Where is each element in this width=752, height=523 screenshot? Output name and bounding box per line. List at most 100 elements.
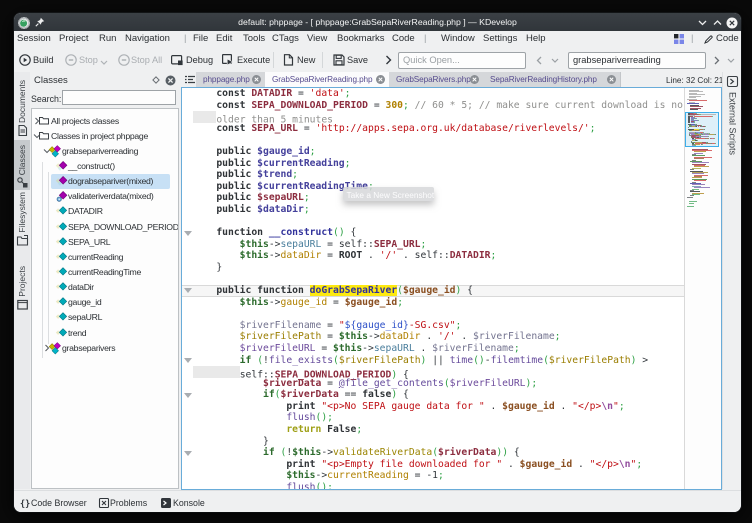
menu-edit[interactable]: Edit xyxy=(216,33,232,44)
code-line[interactable]: public $currentReading; xyxy=(182,158,685,170)
tree-item-dataDir[interactable]: dataDir xyxy=(32,280,178,295)
code-line[interactable] xyxy=(182,134,685,146)
tab-phppage.php[interactable]: phppage.php xyxy=(196,72,266,87)
code-line[interactable]: $riverFilename = "${gauge_id}-SG.csv"; xyxy=(182,320,685,332)
tree-item-grabsepariverreading[interactable]: grabsepariverreading xyxy=(32,144,178,159)
menu-view[interactable]: View xyxy=(307,33,327,44)
code-line[interactable]: older than 5 minutes xyxy=(182,111,685,123)
menu-run[interactable]: Run xyxy=(99,33,116,44)
menu-window[interactable]: Window xyxy=(441,33,475,44)
code-line[interactable]: if (!$this->validateRiverData($riverData… xyxy=(182,447,685,459)
save-button[interactable]: Save xyxy=(347,55,368,65)
tab-close-icon[interactable] xyxy=(376,75,385,84)
statusbar-code-browser[interactable]: Code Browser xyxy=(31,498,87,508)
toolbar-expand-icon[interactable] xyxy=(385,55,392,65)
menu-project[interactable]: Project xyxy=(59,33,89,44)
fold-marker-icon[interactable] xyxy=(184,288,192,293)
new-button[interactable]: New xyxy=(297,55,315,65)
code-line[interactable]: public $dataDir; xyxy=(182,204,685,216)
external-scripts-tab[interactable]: External Scripts xyxy=(728,92,738,155)
code-line[interactable]: const SEPA_URL = 'http://apps.sepa.org.u… xyxy=(182,123,685,135)
tree-item-validateriverdatamixed[interactable]: validateriverdata(mixed) xyxy=(32,189,178,204)
tree-item-currentReadingTime[interactable]: currentReadingTime xyxy=(32,265,178,280)
code-line[interactable]: flush(); xyxy=(182,482,685,489)
tree-item-currentReading[interactable]: currentReading xyxy=(32,250,178,265)
code-line[interactable]: $this->gauge_id = $gauge_id; xyxy=(182,297,685,309)
menu-session[interactable]: Session xyxy=(17,33,51,44)
menu-file[interactable]: File xyxy=(193,33,208,44)
code-line[interactable]: } xyxy=(182,262,685,274)
menu-settings[interactable]: Settings xyxy=(483,33,517,44)
build-button[interactable]: Build xyxy=(33,55,53,65)
menu-help[interactable]: Help xyxy=(526,33,546,44)
code-line[interactable]: $this->sepaURL = self::SEPA_URL; xyxy=(182,239,685,251)
tree-item-DATADIR[interactable]: DATADIR xyxy=(32,204,178,219)
document-list-icon[interactable] xyxy=(185,75,196,85)
code-line[interactable]: const SEPA_DOWNLOAD_PERIOD = 300; // 60 … xyxy=(182,100,685,112)
code-line[interactable]: if (!file_exists($riverFilePath) || time… xyxy=(182,355,685,367)
code-line[interactable]: public $trend; xyxy=(182,169,685,181)
search-input[interactable] xyxy=(62,90,176,105)
nav-back-dropdown-icon[interactable] xyxy=(551,58,559,63)
tree-item-dograbseparivermixed[interactable]: dograbsepariver(mixed) xyxy=(32,174,178,189)
code-line[interactable]: return False; xyxy=(182,424,685,436)
tree-item-gauge_id[interactable]: gauge_id xyxy=(32,295,178,310)
minimap-scrollbar[interactable] xyxy=(684,88,721,489)
dock-tab-documents[interactable]: Documents xyxy=(14,76,30,138)
tab-close-icon[interactable] xyxy=(470,75,479,84)
tree-item-SEPA_URL[interactable]: SEPA_URL xyxy=(32,235,178,250)
nav-back-icon[interactable] xyxy=(536,56,542,65)
pen-icon[interactable] xyxy=(704,35,713,44)
nav-forward-dropdown-icon[interactable] xyxy=(727,58,735,63)
menu-code[interactable]: Code xyxy=(392,33,415,44)
tab-close-icon[interactable] xyxy=(607,75,616,84)
code-line[interactable]: $riverFilePath = $this->dataDir . '/' . … xyxy=(182,331,685,343)
code-line[interactable] xyxy=(182,215,685,227)
code-line[interactable]: self::SEPA_DOWNLOAD_PERIOD) { xyxy=(182,366,685,378)
area-grid-icon[interactable] xyxy=(674,34,684,44)
float-diamond-icon[interactable] xyxy=(152,76,160,84)
fold-marker-icon[interactable] xyxy=(184,231,192,236)
dock-tab-filesystem[interactable]: Filesystem xyxy=(14,190,30,248)
statusbar-konsole[interactable]: Konsole xyxy=(173,498,205,508)
tab-close-icon[interactable] xyxy=(252,75,261,84)
statusbar-problems[interactable]: Problems xyxy=(110,498,147,508)
tree-item-__construct[interactable]: __construct() xyxy=(32,159,178,174)
fold-marker-icon[interactable] xyxy=(184,393,192,398)
code-line[interactable] xyxy=(182,273,685,285)
titlebar[interactable]: default: phppage - [ phppage:GrabSepaRiv… xyxy=(14,13,741,33)
debug-button[interactable]: Debug xyxy=(186,55,213,65)
code-line[interactable]: flush(); xyxy=(182,412,685,424)
stop-dropdown-icon[interactable] xyxy=(100,60,108,65)
external-script-icon[interactable] xyxy=(727,76,738,87)
fold-marker-icon[interactable] xyxy=(184,358,192,363)
menu-bookmarks[interactable]: Bookmarks xyxy=(337,33,385,44)
tree-item-grabseparivers[interactable]: grabseparivers xyxy=(32,341,178,356)
close-panel-icon[interactable] xyxy=(165,75,176,86)
code-line[interactable]: $riverData = @file_get_contents($riverFi… xyxy=(182,378,685,390)
tab-SepaRiverReadingHistory.php[interactable]: SepaRiverReadingHistory.php xyxy=(483,72,621,87)
code-line[interactable]: if($riverData == false) { xyxy=(182,389,685,401)
menu-ctags[interactable]: CTags xyxy=(272,33,299,44)
menu-navigation[interactable]: Navigation xyxy=(125,33,170,44)
minimize-button[interactable] xyxy=(698,19,707,26)
tab-GrabSepaRiverReading.php[interactable]: GrabSepaRiverReading.php xyxy=(265,72,390,87)
fold-marker-icon[interactable] xyxy=(184,451,192,456)
maximize-button[interactable] xyxy=(713,19,722,26)
code-editor[interactable]: const DATADIR = 'data'; const SEPA_DOWNL… xyxy=(181,87,722,490)
execute-button[interactable]: Execute xyxy=(237,55,270,65)
dock-tab-classes[interactable]: Classes xyxy=(14,140,30,190)
code-line[interactable]: print "<p>Empty file downloaded for " . … xyxy=(182,459,685,471)
tree-item-SEPA_DOWNLOAD_PERIOD[interactable]: SEPA_DOWNLOAD_PERIOD xyxy=(32,220,178,235)
close-button[interactable] xyxy=(726,17,738,29)
tree-item-Allprojectsclasses[interactable]: All projects classes xyxy=(32,114,178,129)
tree-item-trend[interactable]: trend xyxy=(32,326,178,341)
code-line[interactable]: public $gauge_id; xyxy=(182,146,685,158)
code-line[interactable]: function __construct() { xyxy=(182,227,685,239)
code-line[interactable]: print "<p>No SEPA gauge data for " . $ga… xyxy=(182,401,685,413)
code-line[interactable]: $this->currentReading = -1; xyxy=(182,470,685,482)
tab-GrabSepaRivers.php[interactable]: GrabSepaRivers.php xyxy=(389,72,484,87)
nav-forward-icon[interactable] xyxy=(714,56,720,65)
code-line[interactable]: } xyxy=(182,436,685,448)
tree-item-sepaURL[interactable]: sepaURL xyxy=(32,310,178,325)
